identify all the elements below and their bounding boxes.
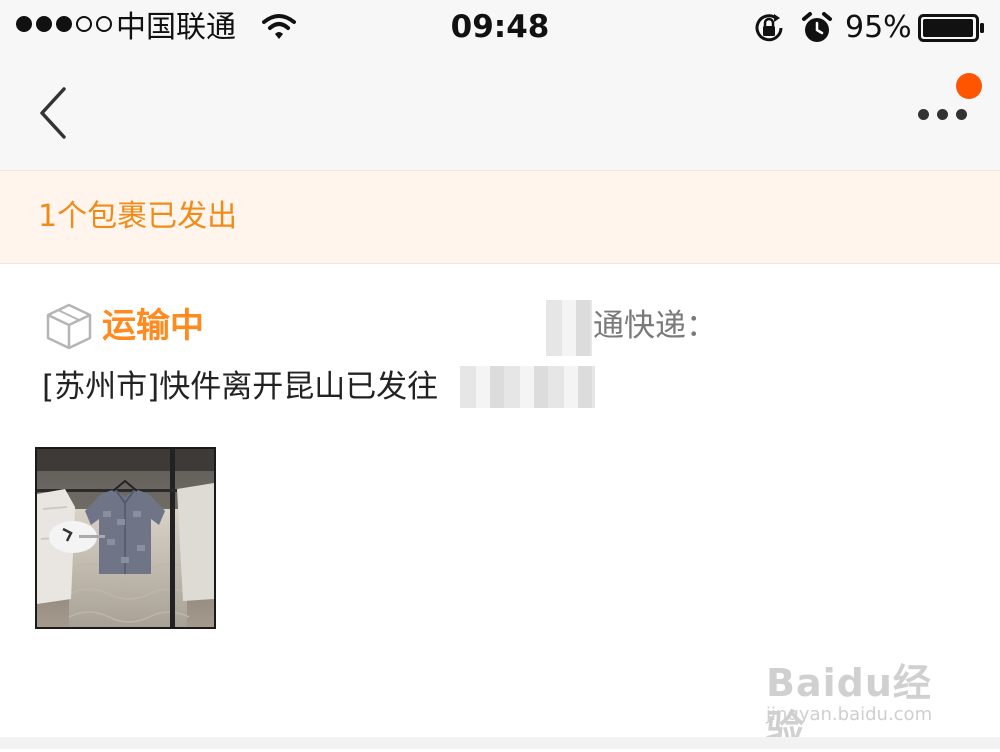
product-thumbnail[interactable] — [35, 447, 216, 629]
navigation-bar — [0, 55, 1000, 170]
rotation-lock-icon — [755, 14, 783, 42]
banner-text: 1个包裹已发出 — [38, 199, 238, 234]
shipping-status[interactable]: 运输中 — [102, 302, 204, 350]
status-bar: 中国联通 09:48 95% — [0, 0, 1000, 55]
notification-badge — [956, 73, 982, 99]
bottom-divider — [0, 737, 1000, 749]
package-shipped-banner[interactable]: 1个包裹已发出 — [0, 170, 1000, 264]
more-dots-icon — [918, 109, 929, 120]
back-button[interactable] — [30, 83, 78, 143]
battery-percent: 95% — [845, 10, 912, 45]
more-options-button[interactable] — [910, 95, 974, 135]
redacted-destination — [460, 366, 595, 408]
alarm-icon — [802, 12, 832, 42]
redacted-carrier-name — [546, 300, 592, 356]
baidu-watermark: Baidu经验 jingyan.baidu.com — [760, 640, 960, 751]
carrier-label: 通快递： — [593, 308, 717, 344]
tracking-latest-event[interactable]: [苏州市]快件离开昆山已发往 — [42, 364, 438, 410]
package-box-icon — [46, 303, 92, 350]
battery-icon — [918, 14, 984, 42]
product-photo-shirt — [37, 449, 214, 627]
watermark-url: jingyan.baidu.com — [766, 704, 933, 725]
